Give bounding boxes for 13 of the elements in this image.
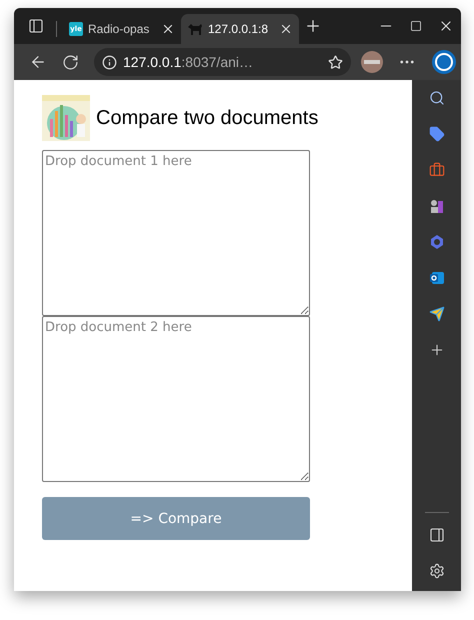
info-icon[interactable] — [102, 54, 117, 70]
drop-field[interactable]: Drop document 1 here — [42, 150, 310, 316]
avatar-icon[interactable] — [361, 51, 383, 73]
dog-icon — [187, 22, 203, 36]
browser-tab[interactable]: 127.0.0.1:8 — [181, 14, 299, 44]
drop-field[interactable]: Drop document 2 here — [42, 316, 310, 482]
page-title: Compare two documents — [96, 106, 318, 130]
tab-title: Radio-opas — [88, 22, 150, 36]
close-icon[interactable] — [279, 22, 293, 36]
tab-title: 127.0.0.1:8 — [208, 22, 268, 36]
close-icon[interactable] — [161, 22, 175, 36]
address-bar[interactable]: 127.0.0.1:8037/ani… — [94, 48, 351, 76]
favorite-icon[interactable] — [328, 54, 343, 70]
